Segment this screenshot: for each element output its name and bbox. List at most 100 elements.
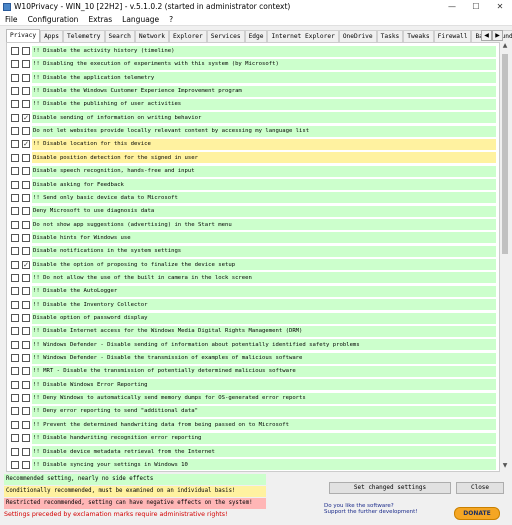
setting-checkbox[interactable] bbox=[11, 87, 19, 96]
setting-checkbox[interactable] bbox=[11, 207, 19, 216]
setting-state-checkbox[interactable] bbox=[22, 180, 30, 189]
setting-state-checkbox[interactable] bbox=[22, 287, 30, 296]
setting-checkbox[interactable] bbox=[11, 394, 19, 403]
setting-state-checkbox[interactable] bbox=[22, 314, 30, 322]
tab-explorer[interactable]: Explorer bbox=[168, 30, 207, 42]
setting-state-checkbox[interactable] bbox=[22, 447, 30, 456]
vertical-scrollbar[interactable]: ▲ ▼ bbox=[500, 42, 510, 472]
setting-state-checkbox[interactable] bbox=[22, 380, 30, 389]
maximize-button[interactable]: ☐ bbox=[464, 0, 488, 13]
setting-state-checkbox[interactable] bbox=[22, 47, 30, 55]
setting-state-checkbox[interactable] bbox=[22, 153, 30, 162]
tab-services[interactable]: Services bbox=[206, 30, 245, 42]
tab-network[interactable]: Network bbox=[134, 30, 169, 42]
setting-label: !! Disable Windows Error Reporting bbox=[33, 381, 148, 388]
scroll-down-icon[interactable]: ▼ bbox=[500, 462, 510, 472]
setting-checkbox[interactable] bbox=[11, 73, 19, 82]
setting-state-checkbox[interactable] bbox=[22, 273, 30, 282]
setting-row: !! Disable the publishing of user activi… bbox=[7, 98, 496, 110]
setting-state-checkbox[interactable] bbox=[22, 354, 30, 363]
setting-state-checkbox[interactable] bbox=[22, 247, 30, 256]
setting-checkbox[interactable] bbox=[11, 247, 19, 256]
menu-configuration[interactable]: Configuration bbox=[23, 15, 84, 24]
menu-language[interactable]: Language bbox=[117, 15, 164, 24]
setting-checkbox[interactable] bbox=[11, 300, 19, 309]
setting-checkbox[interactable] bbox=[11, 167, 19, 176]
setting-checkbox[interactable] bbox=[11, 447, 19, 456]
setting-state-checkbox[interactable] bbox=[22, 100, 30, 109]
setting-state-checkbox[interactable] bbox=[22, 420, 30, 429]
setting-state-checkbox[interactable] bbox=[22, 220, 30, 229]
setting-state-checkbox[interactable] bbox=[22, 340, 30, 349]
setting-checkbox[interactable] bbox=[11, 220, 19, 229]
donate-button[interactable]: DONATE bbox=[454, 507, 500, 520]
setting-state-checkbox[interactable] bbox=[22, 73, 30, 82]
setting-state-checkbox[interactable] bbox=[22, 434, 30, 443]
app-icon bbox=[3, 2, 11, 11]
setting-state-checkbox[interactable] bbox=[22, 300, 30, 309]
menu-extras[interactable]: Extras bbox=[83, 15, 117, 24]
setting-checkbox[interactable] bbox=[11, 260, 19, 269]
setting-checkbox[interactable] bbox=[11, 47, 19, 55]
set-changed-settings-button[interactable]: Set changed settings bbox=[329, 482, 451, 494]
setting-state-checkbox[interactable] bbox=[22, 127, 30, 136]
setting-state-checkbox[interactable] bbox=[22, 193, 30, 202]
setting-row: !! Send only basic device data to Micros… bbox=[7, 192, 496, 204]
tab-scroll-left-icon[interactable]: ◀ bbox=[481, 30, 492, 41]
setting-checkbox[interactable] bbox=[11, 327, 19, 336]
setting-state-checkbox[interactable] bbox=[22, 207, 30, 216]
setting-label: !! Windows Defender - Disable sending of… bbox=[33, 341, 360, 348]
setting-state-checkbox[interactable] bbox=[22, 460, 30, 469]
tab-scroll-right-icon[interactable]: ▶ bbox=[492, 30, 503, 41]
setting-checkbox[interactable] bbox=[11, 340, 19, 349]
tab-internet-explorer[interactable]: Internet Explorer bbox=[267, 30, 339, 42]
scroll-up-icon[interactable]: ▲ bbox=[500, 42, 510, 52]
setting-state-checkbox[interactable] bbox=[22, 233, 30, 242]
setting-checkbox[interactable] bbox=[11, 434, 19, 443]
tab-tasks[interactable]: Tasks bbox=[376, 30, 404, 42]
tab-onedrive[interactable]: OneDrive bbox=[338, 30, 377, 42]
setting-state-checkbox[interactable] bbox=[22, 167, 30, 176]
setting-checkbox[interactable] bbox=[11, 193, 19, 202]
setting-checkbox[interactable] bbox=[11, 354, 19, 363]
close-button[interactable]: Close bbox=[456, 482, 504, 494]
setting-state-checkbox[interactable] bbox=[22, 407, 30, 416]
menu-file[interactable]: File bbox=[0, 15, 23, 24]
setting-checkbox[interactable] bbox=[11, 60, 19, 69]
setting-checkbox[interactable] bbox=[11, 314, 19, 322]
setting-checkbox[interactable] bbox=[11, 273, 19, 282]
tab-firewall[interactable]: Firewall bbox=[433, 30, 472, 42]
setting-checkbox[interactable] bbox=[11, 153, 19, 162]
setting-row: !! Disable the activity history (timelin… bbox=[7, 45, 496, 57]
setting-state-checkbox[interactable]: ✓ bbox=[22, 113, 30, 122]
setting-checkbox[interactable] bbox=[11, 367, 19, 376]
setting-checkbox[interactable] bbox=[11, 287, 19, 296]
tab-search[interactable]: Search bbox=[104, 30, 135, 42]
setting-checkbox[interactable] bbox=[11, 113, 19, 122]
setting-checkbox[interactable] bbox=[11, 180, 19, 189]
setting-checkbox[interactable] bbox=[11, 233, 19, 242]
setting-checkbox[interactable] bbox=[11, 380, 19, 389]
close-window-button[interactable]: ✕ bbox=[488, 0, 512, 13]
tab-telemetry[interactable]: Telemetry bbox=[62, 30, 105, 42]
setting-state-checkbox[interactable] bbox=[22, 394, 30, 403]
setting-state-checkbox[interactable]: ✓ bbox=[22, 260, 30, 269]
minimize-button[interactable]: — bbox=[440, 0, 464, 13]
setting-state-checkbox[interactable] bbox=[22, 327, 30, 336]
setting-checkbox[interactable] bbox=[11, 100, 19, 109]
setting-checkbox[interactable] bbox=[11, 420, 19, 429]
setting-state-checkbox[interactable] bbox=[22, 367, 30, 376]
setting-checkbox[interactable] bbox=[11, 460, 19, 469]
scrollbar-thumb[interactable] bbox=[502, 54, 508, 254]
menu-help[interactable]: ? bbox=[164, 15, 178, 24]
tab-privacy[interactable]: Privacy bbox=[6, 29, 41, 42]
setting-checkbox[interactable] bbox=[11, 127, 19, 136]
setting-checkbox[interactable] bbox=[11, 407, 19, 416]
setting-state-checkbox[interactable] bbox=[22, 87, 30, 96]
setting-state-checkbox[interactable] bbox=[22, 60, 30, 69]
setting-checkbox[interactable] bbox=[11, 140, 19, 149]
setting-state-checkbox[interactable]: ✓ bbox=[22, 140, 30, 149]
tab-apps[interactable]: Apps bbox=[40, 30, 63, 42]
tab-edge[interactable]: Edge bbox=[244, 30, 268, 42]
tab-tweaks[interactable]: Tweaks bbox=[403, 30, 434, 42]
